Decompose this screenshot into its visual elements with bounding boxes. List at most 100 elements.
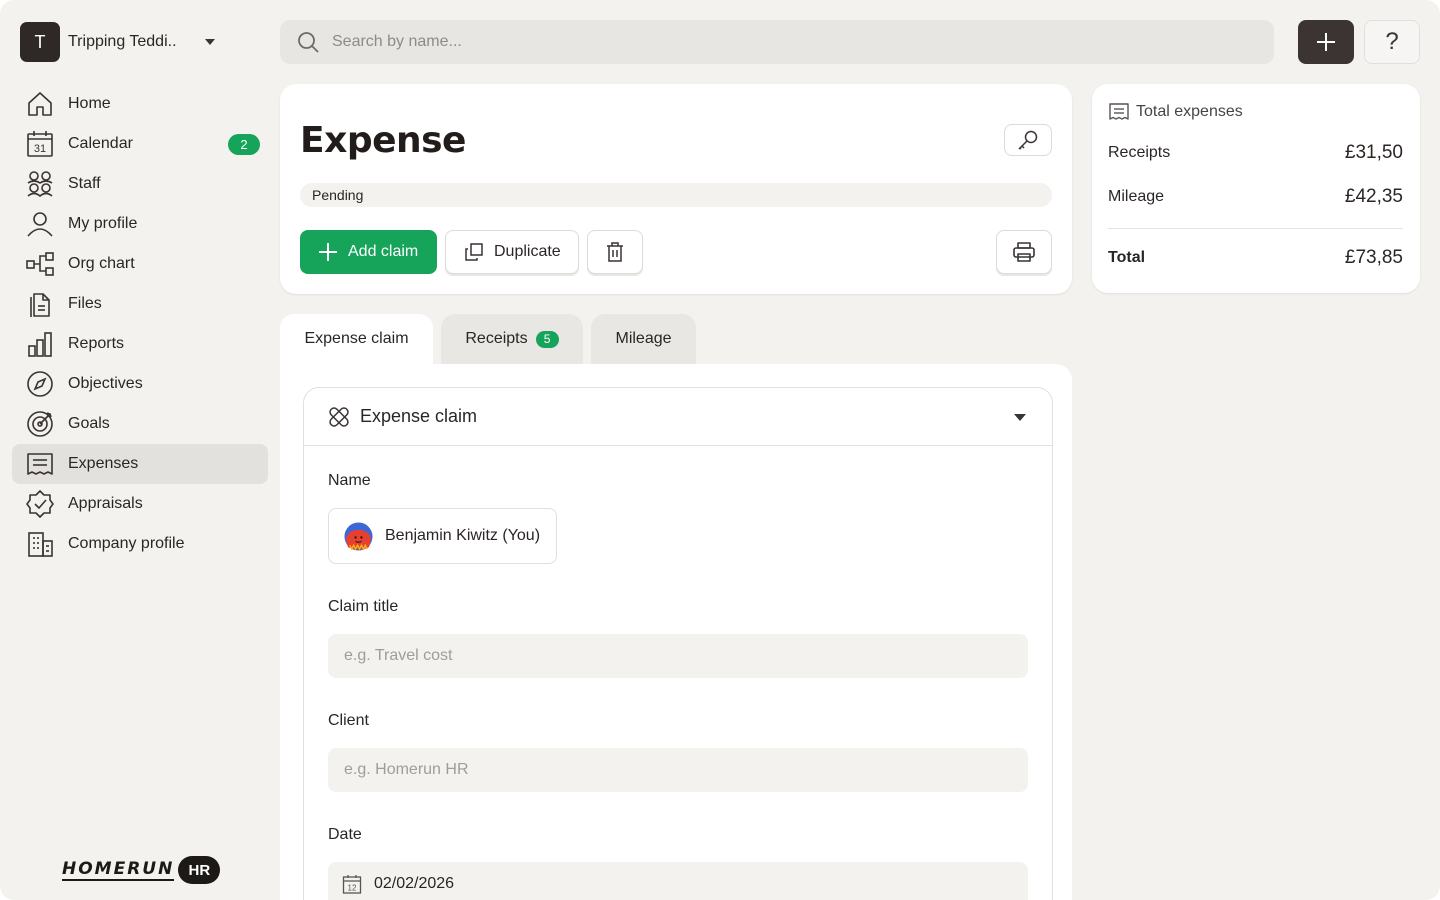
sidebar-item-org-chart[interactable]: Org chart	[12, 244, 268, 284]
calendar-count-badge: 2	[228, 134, 260, 155]
sidebar-item-staff[interactable]: Staff	[12, 164, 268, 204]
key-icon	[1018, 130, 1038, 150]
sidebar-item-label: Goals	[68, 415, 110, 432]
plus-icon	[319, 243, 337, 261]
search-bar[interactable]	[280, 20, 1274, 64]
total-value: £73,85	[1344, 247, 1403, 268]
sidebar-item-expenses[interactable]: Expenses	[12, 444, 268, 484]
sidebar-item-label: Files	[68, 295, 102, 312]
expense-header-card: Expense Pending Add claim Duplicate	[280, 84, 1072, 294]
sidebar-item-goals[interactable]: Goals	[12, 404, 268, 444]
section-header[interactable]: Expense claim	[304, 388, 1052, 446]
sidebar: T Tripping Teddi.. Home 31 Calendar 2 St…	[0, 0, 280, 900]
expense-claim-section: Expense claim Name Benjamin Kiwitz (You)…	[303, 387, 1053, 900]
tab-label: Mileage	[615, 330, 672, 347]
compass-icon	[26, 370, 54, 398]
bar-chart-icon	[26, 330, 54, 358]
date-picker[interactable]: 12 02/02/2026	[328, 862, 1028, 900]
sidebar-item-label: Home	[68, 95, 111, 112]
tab-label: Receipts	[465, 330, 528, 347]
page-title: Expense	[300, 120, 466, 161]
target-icon	[26, 410, 54, 438]
receipts-total-row: Receipts £31,50	[1108, 142, 1403, 164]
calendar-icon: 31	[26, 130, 54, 158]
home-icon	[26, 90, 54, 118]
name-label: Name	[328, 472, 371, 489]
sidebar-item-company-profile[interactable]: Company profile	[12, 524, 268, 564]
sidebar-item-reports[interactable]: Reports	[12, 324, 268, 364]
divider	[1108, 228, 1403, 229]
sidebar-item-files[interactable]: Files	[12, 284, 268, 324]
staff-icon	[26, 170, 54, 198]
client-input[interactable]	[328, 748, 1028, 792]
files-icon	[26, 290, 54, 318]
search-input[interactable]	[332, 20, 1232, 64]
tab-expense-claim[interactable]: Expense claim	[280, 314, 433, 364]
sidebar-item-label: Expenses	[68, 455, 139, 472]
total-label: Total	[1108, 249, 1146, 266]
total-expenses-heading: Total expenses	[1108, 102, 1243, 122]
sidebar-item-objectives[interactable]: Objectives	[12, 364, 268, 404]
sidebar-item-label: Org chart	[68, 255, 135, 272]
tab-mileage[interactable]: Mileage	[591, 314, 696, 364]
plus-icon	[1317, 33, 1335, 51]
calendar-icon: 12	[342, 875, 362, 894]
client-label: Client	[328, 712, 369, 729]
sidebar-item-label: Appraisals	[68, 495, 143, 512]
create-button[interactable]	[1298, 20, 1354, 64]
receipts-label: Receipts	[1108, 144, 1171, 161]
sidebar-item-label: Staff	[68, 175, 101, 192]
badge-check-icon	[26, 490, 54, 518]
sidebar-item-appraisals[interactable]: Appraisals	[12, 484, 268, 524]
bandage-icon	[329, 407, 349, 427]
employee-name: Benjamin Kiwitz (You)	[385, 527, 541, 544]
add-claim-button[interactable]: Add claim	[300, 230, 437, 274]
sidebar-item-home[interactable]: Home	[12, 84, 268, 124]
grand-total-row: Total £73,85	[1108, 247, 1403, 269]
employee-chip[interactable]: Benjamin Kiwitz (You)	[328, 508, 557, 564]
user-icon	[26, 210, 54, 238]
svg-text:12: 12	[348, 884, 357, 893]
section-title: Expense claim	[360, 406, 478, 426]
building-icon	[26, 530, 54, 558]
sidebar-item-label: Objectives	[68, 375, 143, 392]
tab-label: Expense claim	[304, 330, 409, 347]
receipts-value: £31,50	[1344, 142, 1403, 163]
trash-icon	[607, 242, 623, 262]
duplicate-button[interactable]: Duplicate	[445, 230, 579, 274]
svg-text:31: 31	[34, 143, 46, 155]
date-value: 02/02/2026	[374, 875, 455, 892]
add-claim-label: Add claim	[348, 243, 419, 260]
permissions-button[interactable]	[1004, 124, 1052, 156]
total-expenses-card: Total expenses Receipts £31,50 Mileage £…	[1092, 84, 1420, 293]
mileage-value: £42,35	[1344, 186, 1403, 207]
delete-button[interactable]	[587, 230, 643, 274]
org-avatar: T	[20, 22, 60, 62]
help-button[interactable]: ?	[1364, 20, 1420, 64]
receipts-count-badge: 5	[535, 330, 559, 348]
sidebar-item-label: Reports	[68, 335, 125, 352]
sidebar-item-calendar[interactable]: 31 Calendar 2	[12, 124, 268, 164]
date-label: Date	[328, 826, 362, 843]
expense-claim-panel: Expense claim Name Benjamin Kiwitz (You)…	[280, 364, 1072, 900]
claim-title-input[interactable]	[328, 634, 1028, 678]
claim-title-label: Claim title	[328, 598, 399, 615]
sidebar-item-my-profile[interactable]: My profile	[12, 204, 268, 244]
tab-receipts[interactable]: Receipts 5	[441, 314, 583, 364]
copy-icon	[465, 243, 483, 261]
mileage-label: Mileage	[1108, 188, 1165, 205]
sidebar-nav: Home 31 Calendar 2 Staff My profile Org …	[12, 84, 268, 564]
org-name: Tripping Teddi..	[68, 33, 177, 50]
chevron-down-icon[interactable]	[1014, 414, 1026, 421]
logo-wordmark: HOMERUN	[62, 858, 175, 881]
avatar	[344, 522, 373, 551]
mileage-total-row: Mileage £42,35	[1108, 186, 1403, 208]
status-badge: Pending	[300, 183, 1052, 207]
duplicate-label: Duplicate	[494, 243, 561, 260]
print-button[interactable]	[996, 230, 1052, 274]
receipt-icon	[1109, 103, 1129, 120]
sidebar-item-label: My profile	[68, 215, 138, 232]
organization-switcher[interactable]: T Tripping Teddi..	[20, 22, 220, 62]
homerun-hr-logo: HOMERUN HR	[62, 855, 221, 885]
receipt-icon	[26, 450, 54, 478]
